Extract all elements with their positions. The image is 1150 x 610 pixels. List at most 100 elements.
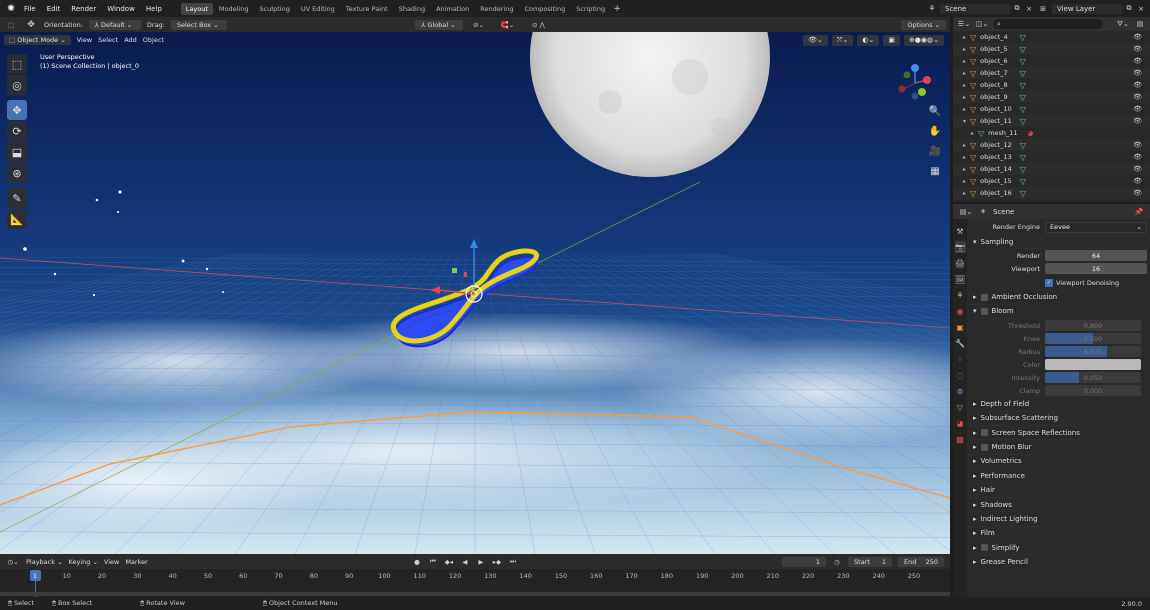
properties-section[interactable]: ▸ Motion Blur [967, 440, 1150, 455]
viewport-samples-field[interactable]: 16 [1045, 263, 1147, 275]
pivot-icon[interactable]: ⊘⌄ [469, 21, 487, 29]
properties-section[interactable]: ▸ Performance [967, 469, 1150, 484]
section-ambient-occlusion[interactable]: ▸ Ambient Occlusion [967, 290, 1150, 305]
display-mode-icon[interactable]: ◫⌄ [975, 20, 989, 28]
mesh-data-icon[interactable]: ▽ [1020, 141, 1026, 150]
render-engine-dropdown[interactable]: Eevee ⌄ [1045, 221, 1147, 233]
tab-texture-paint[interactable]: Texture Paint [341, 3, 393, 15]
physics-tab-icon[interactable]: ◌ [955, 369, 966, 381]
pan-hand-icon[interactable]: ✋ [928, 124, 942, 138]
drag-dropdown[interactable]: Select Box ⌄ [170, 19, 227, 30]
annotate-tool-icon[interactable]: ✎ [7, 188, 27, 208]
new-scene-icon[interactable]: ⧉ [1011, 4, 1023, 13]
menu-file[interactable]: File [19, 4, 41, 14]
outliner-row[interactable]: ▸ ▽ object_8 ▽ 👁 [953, 79, 1150, 91]
collapse-icon[interactable]: ▸ [963, 106, 966, 113]
visibility-icon[interactable]: 👁⌄ [803, 35, 828, 46]
editor-type-icon[interactable]: ☰⌄ [957, 20, 971, 28]
section-sampling[interactable]: ▾ Sampling [967, 235, 1150, 250]
camera-view-icon[interactable]: 🎥 [928, 144, 942, 158]
collapse-icon[interactable]: ▸ [963, 190, 966, 197]
mesh-data-icon[interactable]: ▽ [1020, 69, 1026, 78]
outliner-row[interactable]: ▸ ▽ object_15 ▽ 👁 [953, 175, 1150, 187]
visibility-eye-icon[interactable]: 👁 [1133, 105, 1142, 113]
tab-rendering[interactable]: Rendering [475, 3, 518, 15]
orientation-dropdown[interactable]: ⅄ Default ⌄ [88, 19, 141, 30]
visibility-eye-icon[interactable]: 👁 [1133, 165, 1142, 173]
properties-section[interactable]: ▸ Shadows [967, 498, 1150, 513]
collapse-icon[interactable]: ▸ [963, 154, 966, 161]
render-tab-icon[interactable]: 📷 [954, 241, 966, 253]
timeline-track[interactable]: 1 10 20 30 40 50 60 70 80 90 100 110 120 130 140 150 160… [0, 569, 950, 597]
rotate-tool-icon[interactable]: ⟳ [7, 121, 27, 141]
scene-field[interactable]: Scene [940, 3, 1010, 14]
xray-icon[interactable]: ▣ [883, 35, 900, 46]
scale-tool-icon[interactable]: ⬓ [7, 142, 27, 162]
mesh-data-icon[interactable]: ▽ [1020, 33, 1026, 42]
outliner-row[interactable]: ▸ ▽ object_7 ▽ 👁 [953, 67, 1150, 79]
properties-section[interactable]: ▸ Hair [967, 484, 1150, 498]
blender-logo-icon[interactable]: ✺ [4, 4, 18, 14]
collapse-icon[interactable]: ▸ [963, 70, 966, 77]
view-layer-field[interactable]: View Layer [1052, 3, 1122, 14]
outliner-row[interactable]: ▸ ▽ object_10 ▽ 👁 [953, 103, 1150, 115]
viewport-menu-add[interactable]: Add [124, 36, 137, 44]
visibility-eye-icon[interactable]: 👁 [1133, 69, 1142, 77]
properties-section[interactable]: ▸ Subsurface Scattering [967, 412, 1150, 426]
properties-section[interactable]: ▸ Screen Space Reflections [967, 426, 1150, 441]
new-view-layer-icon[interactable]: ⧉ [1123, 4, 1135, 13]
add-workspace-icon[interactable]: + [611, 4, 623, 14]
mesh-data-icon[interactable]: ▽ [1020, 45, 1026, 54]
outliner-row[interactable]: ▸ ▽ object_9 ▽ 👁 [953, 91, 1150, 103]
current-frame-field[interactable]: 1 [782, 556, 827, 567]
pin-icon[interactable]: 📌 [1134, 208, 1144, 216]
jump-start-icon[interactable]: ⏮ [428, 557, 438, 566]
viewport-menu-select[interactable]: Select [98, 36, 118, 44]
tab-compositing[interactable]: Compositing [519, 3, 570, 15]
data-tab-icon[interactable]: ▽ [955, 401, 966, 413]
material-tab-icon[interactable]: ◕ [955, 417, 966, 429]
move-tool-icon[interactable]: ✥ [24, 20, 38, 30]
output-tab-icon[interactable]: 🖨 [955, 257, 966, 269]
section-checkbox[interactable] [980, 443, 988, 451]
tab-layout[interactable]: Layout [180, 2, 213, 15]
play-reverse-icon[interactable]: ◀ [460, 558, 470, 566]
shading-modes-icon[interactable]: ⊕●◉◍⌄ [903, 35, 944, 46]
section-checkbox[interactable] [980, 429, 988, 437]
editor-type-icon[interactable]: ⬚ [4, 21, 18, 29]
playback-menu[interactable]: Playback ⌄ [26, 558, 63, 566]
collapse-icon[interactable]: ▸ [963, 142, 966, 149]
properties-section[interactable]: ▸ Simplify [967, 541, 1150, 556]
outliner[interactable]: ☰⌄ ◫⌄ ⌕ ⛛⌄ ▤ ▸ ▽ object_4 ▽ 👁 ▸ ▽ object_5 ▽ 👁 ▸ ▽ o… [953, 17, 1150, 202]
bloom-checkbox[interactable] [980, 307, 988, 315]
material-icon[interactable]: ◕ [1028, 129, 1034, 137]
bloom-field-slider[interactable]: 0.000 [1045, 385, 1141, 397]
visibility-eye-icon[interactable]: 👁 [1133, 189, 1142, 197]
scene-icon[interactable]: ⚘ [925, 4, 939, 13]
collapse-icon[interactable]: ▸ [963, 94, 966, 101]
properties-section[interactable]: ▸ Film [967, 527, 1150, 542]
mesh-data-icon[interactable]: ▽ [1020, 177, 1026, 186]
tab-shading[interactable]: Shading [394, 3, 430, 15]
filter-icon[interactable]: ⛛⌄ [1116, 20, 1130, 29]
visibility-eye-icon[interactable]: 👁 [1133, 45, 1142, 53]
constraints-tab-icon[interactable]: ⊚ [955, 385, 966, 397]
editor-type-icon[interactable]: ◷⌄ [6, 558, 20, 566]
visibility-eye-icon[interactable]: 👁 [1133, 117, 1142, 125]
menu-window[interactable]: Window [102, 4, 140, 14]
collapse-icon[interactable]: ▸ [963, 178, 966, 185]
visibility-eye-icon[interactable]: 👁 [1133, 57, 1142, 65]
prev-keyframe-icon[interactable]: ◆◂ [444, 558, 454, 566]
properties-section[interactable]: ▸ Depth of Field [967, 397, 1150, 412]
3d-viewport[interactable]: ⬚ Object Mode ⌄ View Select Add Object 👁… [0, 32, 950, 554]
tab-uv-editing[interactable]: UV Editing [296, 3, 340, 15]
menu-edit[interactable]: Edit [42, 4, 66, 14]
outliner-row[interactable]: ▸ ▽ object_5 ▽ 👁 [953, 43, 1150, 55]
new-collection-icon[interactable]: ▤ [1134, 20, 1146, 28]
particles-tab-icon[interactable]: ⁘ [955, 353, 966, 365]
collapse-icon[interactable]: ▸ [963, 46, 966, 53]
outliner-row[interactable]: ▸ ▽ object_16 ▽ 👁 [953, 187, 1150, 199]
section-checkbox[interactable] [980, 544, 988, 552]
outliner-row[interactable]: ▸ ▽ object_4 ▽ 👁 [953, 31, 1150, 43]
scene-tab-icon[interactable]: ⚘ [955, 289, 966, 301]
